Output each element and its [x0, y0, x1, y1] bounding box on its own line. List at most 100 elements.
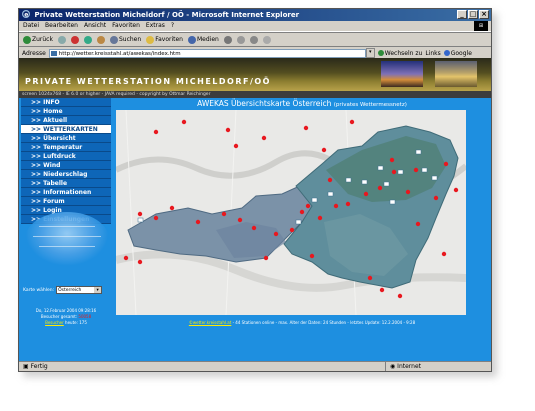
weather-station-dot[interactable]: [397, 293, 403, 299]
weather-station-dot[interactable]: [391, 169, 397, 175]
weather-station-dot[interactable]: [405, 189, 411, 195]
station-label-box[interactable]: [397, 169, 404, 175]
visitors-link[interactable]: Besucher: [45, 320, 64, 325]
weather-station-dot[interactable]: [137, 259, 143, 265]
weather-station-dot[interactable]: [153, 129, 159, 135]
weather-station-dot[interactable]: [379, 287, 385, 293]
refresh-button[interactable]: [83, 35, 92, 44]
weather-station-dot[interactable]: [317, 215, 323, 221]
map-select[interactable]: Österreich: [56, 286, 103, 294]
forward-button[interactable]: [57, 35, 66, 44]
menu-datei[interactable]: Datei: [23, 21, 39, 31]
weather-station-dot[interactable]: [333, 203, 339, 209]
nav-item[interactable]: >> Informationen: [21, 188, 111, 197]
address-input[interactable]: http://wetter.kreisstahl.at/awekas/index…: [48, 48, 366, 58]
weather-station-dot[interactable]: [321, 147, 327, 153]
weather-station-dot[interactable]: [303, 125, 309, 131]
minimize-button[interactable]: _: [457, 10, 467, 19]
nav-item[interactable]: >> Aktuell: [21, 116, 111, 125]
weather-station-dot[interactable]: [137, 211, 143, 217]
weather-station-dot[interactable]: [433, 195, 439, 201]
station-label-box[interactable]: [421, 167, 428, 173]
weather-station-dot[interactable]: [413, 167, 419, 173]
weather-station-dot[interactable]: [233, 143, 239, 149]
map-footer-link[interactable]: ©wetter.kreisstahl.at: [189, 320, 231, 325]
weather-station-dot[interactable]: [153, 215, 159, 221]
toolbar: Zurück Suchen Favoriten Medien: [19, 32, 491, 47]
nav-item[interactable]: >> Forum: [21, 197, 111, 206]
weather-station-dot[interactable]: [195, 219, 201, 225]
mail-button[interactable]: [236, 35, 245, 44]
weather-station-dot[interactable]: [123, 255, 129, 261]
links-label[interactable]: Links: [425, 50, 440, 57]
weather-station-dot[interactable]: [237, 217, 243, 223]
station-label-box[interactable]: [383, 181, 390, 187]
station-label-box[interactable]: [345, 177, 352, 183]
weather-station-dot[interactable]: [327, 177, 333, 183]
back-button[interactable]: Zurück: [23, 35, 53, 44]
weather-station-dot[interactable]: [377, 185, 383, 191]
close-button[interactable]: ×: [479, 10, 489, 19]
nav-item[interactable]: >> Wind: [21, 161, 111, 170]
media-button[interactable]: Medien: [187, 35, 219, 44]
weather-station-dot[interactable]: [363, 191, 369, 197]
menu-extras[interactable]: Extras: [146, 21, 165, 31]
weather-station-dot[interactable]: [221, 211, 227, 217]
station-label-box[interactable]: [377, 165, 384, 171]
stop-button[interactable]: [70, 35, 79, 44]
weather-station-dot[interactable]: [305, 203, 311, 209]
star-icon: [146, 35, 155, 44]
edit-button[interactable]: [262, 35, 271, 44]
weather-station-dot[interactable]: [441, 251, 447, 257]
weather-station-dot[interactable]: [261, 135, 267, 141]
address-dropdown-button[interactable]: ▾: [365, 48, 375, 58]
nav-item[interactable]: >> Übersicht: [21, 134, 111, 143]
nav-item[interactable]: >> Home: [21, 107, 111, 116]
menu-help[interactable]: ?: [171, 21, 174, 31]
weather-station-dot[interactable]: [273, 231, 279, 237]
weather-station-dot[interactable]: [299, 209, 305, 215]
go-button[interactable]: Wechseln zu: [377, 50, 422, 57]
station-label-box[interactable]: [389, 199, 396, 205]
menu-favoriten[interactable]: Favoriten: [112, 21, 140, 31]
station-label-box[interactable]: [327, 191, 334, 197]
history-button[interactable]: [223, 35, 232, 44]
weather-station-dot[interactable]: [309, 253, 315, 259]
station-label-box[interactable]: [361, 179, 368, 185]
station-label-box[interactable]: [415, 149, 422, 155]
station-label-box[interactable]: [431, 175, 438, 181]
weather-station-dot[interactable]: [289, 227, 295, 233]
weather-station-dot[interactable]: [389, 157, 395, 163]
favorites-button[interactable]: Favoriten: [146, 35, 183, 44]
weather-station-dot[interactable]: [415, 221, 421, 227]
weather-station-dot[interactable]: [443, 161, 449, 167]
weather-station-dot[interactable]: [345, 201, 351, 207]
menu-ansicht[interactable]: Ansicht: [84, 21, 106, 31]
austria-map[interactable]: [116, 110, 466, 315]
station-label-box[interactable]: [311, 197, 318, 203]
nav-item[interactable]: >> WETTERKARTEN: [21, 125, 111, 134]
search-button[interactable]: Suchen: [109, 35, 141, 44]
nav-item[interactable]: >> Luftdruck: [21, 152, 111, 161]
nav-item[interactable]: >> Tabelle: [21, 179, 111, 188]
address-label: Adresse: [22, 49, 46, 57]
home-button[interactable]: [96, 35, 105, 44]
nav-item[interactable]: >> Niederschlag: [21, 170, 111, 179]
google-link[interactable]: Google: [443, 50, 472, 57]
weather-station-dot[interactable]: [349, 119, 355, 125]
weather-station-dot[interactable]: [251, 225, 257, 231]
weather-station-dot[interactable]: [181, 119, 187, 125]
weather-station-dot[interactable]: [263, 255, 269, 261]
nav-item[interactable]: >> INFO: [21, 98, 111, 107]
ie-logo-icon: e: [21, 9, 31, 18]
print-button[interactable]: [249, 35, 258, 44]
maximize-button[interactable]: □: [468, 10, 478, 19]
weather-station-dot[interactable]: [225, 127, 231, 133]
station-label-box[interactable]: [137, 217, 144, 223]
menu-bearbeiten[interactable]: Bearbeiten: [45, 21, 78, 31]
nav-item[interactable]: >> Temperatur: [21, 143, 111, 152]
station-label-box[interactable]: [295, 219, 302, 225]
weather-station-dot[interactable]: [453, 187, 459, 193]
weather-station-dot[interactable]: [169, 205, 175, 211]
weather-station-dot[interactable]: [367, 275, 373, 281]
